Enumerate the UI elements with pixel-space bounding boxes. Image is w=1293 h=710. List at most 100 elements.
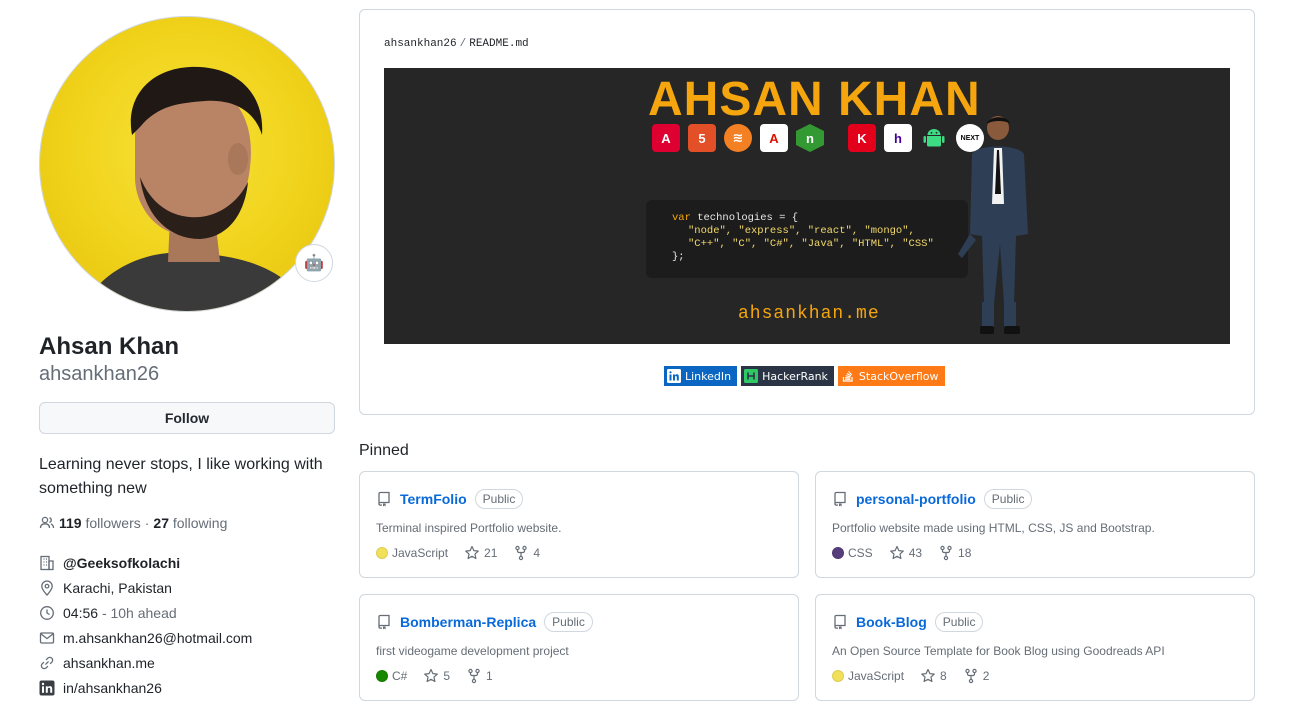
linkedin-icon xyxy=(39,680,55,695)
profile-name: Ahsan Khan xyxy=(39,333,180,360)
pinned-repo-card: Bomberman-Replica Public first videogame… xyxy=(359,594,799,701)
linkedin-badge[interactable]: LinkedIn xyxy=(664,366,738,386)
fork-icon xyxy=(515,545,528,561)
hackerrank-badge-label: HackerRank xyxy=(762,369,828,383)
repo-stars-link[interactable]: 43 xyxy=(889,545,922,561)
forks-count: 4 xyxy=(533,546,541,560)
pinned-heading: Pinned xyxy=(359,442,409,459)
linkedin-icon xyxy=(667,369,681,383)
stackoverflow-badge-label: StackOverflow xyxy=(858,369,939,383)
code-line-3: "C++", "C", "C#", "Java", "HTML", "CSS" xyxy=(688,238,934,250)
language-color-dot xyxy=(832,547,844,559)
stackoverflow-icon xyxy=(842,371,853,382)
language-color-dot xyxy=(376,547,388,559)
repo-name-link[interactable]: personal-portfolio xyxy=(856,491,976,507)
star-icon xyxy=(465,545,479,560)
repo-language: JavaScript xyxy=(832,669,904,683)
repo-icon xyxy=(834,491,846,507)
people-icon xyxy=(39,516,55,529)
repo-name-link[interactable]: Bomberman-Replica xyxy=(400,614,536,630)
forks-count: 1 xyxy=(486,669,493,683)
repo-forks-link[interactable]: 18 xyxy=(938,545,971,561)
nodejs-icon: n xyxy=(796,124,824,152)
html5-icon: 5 xyxy=(688,124,716,152)
stackoverflow-badge[interactable]: StackOverflow xyxy=(837,366,945,386)
repo-description: first videogame development project xyxy=(376,644,569,658)
adobe-icon: A xyxy=(760,124,788,152)
followers-link[interactable]: 119 followers xyxy=(59,515,141,531)
email-link[interactable]: m.ahsankhan26@hotmail.com xyxy=(63,630,252,646)
social-badges: LinkedIn HackerRank StackOverflow xyxy=(664,366,945,386)
stars-count: 43 xyxy=(908,546,923,560)
clock-icon xyxy=(40,605,54,620)
readme-owner-link[interactable]: ahsankhan26 xyxy=(384,38,457,50)
detail-email: m.ahsankhan26@hotmail.com xyxy=(39,625,335,650)
local-time: 04:56 xyxy=(63,604,99,621)
stars-count: 21 xyxy=(484,546,498,560)
hackerrank-icon xyxy=(744,369,759,383)
pinned-repo-card: Book-Blog Public An Open Source Template… xyxy=(815,594,1255,701)
repo-description: Portfolio website made using HTML, CSS, … xyxy=(832,521,1155,535)
keras-icon: K xyxy=(848,124,876,152)
pinned-repo-card: personal-portfolio Public Portfolio webs… xyxy=(815,471,1255,578)
stats-separator: · xyxy=(144,515,150,531)
detail-website: ahsankhan.me xyxy=(39,650,335,675)
visibility-badge: Public xyxy=(544,612,593,632)
banner-person-figure xyxy=(958,116,1028,334)
tech-spacer xyxy=(832,124,840,152)
heroku-icon: h xyxy=(884,124,912,152)
language-name: JavaScript xyxy=(848,669,905,683)
detail-local-time: 04:56 - 10h ahead xyxy=(39,600,335,625)
star-icon xyxy=(921,668,935,683)
follow-stats: 119 followers · 27 following xyxy=(39,515,335,531)
organization-icon xyxy=(40,555,54,570)
repo-language: CSS xyxy=(832,546,873,560)
avatar[interactable] xyxy=(39,16,335,312)
hackerrank-badge[interactable]: HackerRank xyxy=(741,366,834,386)
pinned-repo-card: TermFolio Public Terminal inspired Portf… xyxy=(359,471,799,578)
repo-forks-link[interactable]: 1 xyxy=(466,668,493,684)
follow-button[interactable]: Follow xyxy=(39,402,335,434)
repo-stars-link[interactable]: 8 xyxy=(920,668,947,684)
profile-details: @Geeksofkolachi Karachi, Pakistan 04:56 … xyxy=(39,550,335,700)
following-count: 27 xyxy=(153,515,169,531)
repo-name-link[interactable]: Book-Blog xyxy=(856,614,927,630)
location-icon xyxy=(41,579,53,596)
mail-icon xyxy=(39,631,55,644)
readme-file-link[interactable]: README.md xyxy=(469,38,528,50)
status-emoji-badge[interactable]: 🤖 xyxy=(295,244,333,282)
repo-name-link[interactable]: TermFolio xyxy=(400,491,467,507)
linkedin-link[interactable]: in/ahsankhan26 xyxy=(63,680,162,696)
repo-icon xyxy=(834,614,846,630)
code-line-1: technologies = { xyxy=(690,212,799,224)
code-keyword: var xyxy=(672,212,691,224)
linkedin-badge-label: LinkedIn xyxy=(685,369,732,383)
visibility-badge: Public xyxy=(934,612,984,632)
repo-language: JavaScript xyxy=(376,546,448,560)
language-name: CSS xyxy=(848,546,873,560)
followers-count: 119 xyxy=(59,515,82,531)
repo-icon xyxy=(378,491,390,507)
stackoverflow-icon: ≋ xyxy=(724,124,752,152)
repo-forks-link[interactable]: 4 xyxy=(513,545,540,561)
detail-linkedin: in/ahsankhan26 xyxy=(39,675,335,700)
website-link[interactable]: ahsankhan.me xyxy=(63,655,155,671)
repo-stars-link[interactable]: 5 xyxy=(423,668,450,684)
readme-path: ahsankhan26/README.md xyxy=(384,38,529,50)
following-link[interactable]: 27 following xyxy=(153,515,227,531)
profile-bio: Learning never stops, I like working wit… xyxy=(39,456,323,497)
fork-icon xyxy=(468,668,480,684)
path-separator: / xyxy=(459,38,467,50)
repo-stars-link[interactable]: 21 xyxy=(464,545,497,561)
star-icon xyxy=(889,545,904,560)
detail-location: Karachi, Pakistan xyxy=(39,575,335,600)
organization-link[interactable]: @Geeksofkolachi xyxy=(63,555,180,571)
forks-count: 2 xyxy=(982,669,990,683)
location-text: Karachi, Pakistan xyxy=(63,579,172,596)
avatar-wrapper: 🤖 xyxy=(39,16,335,312)
link-icon xyxy=(40,656,54,669)
profile-readme: ahsankhan26/README.md AHSAN KHAN A 5 ≋ A… xyxy=(359,9,1255,415)
followers-label: followers xyxy=(85,515,141,531)
repo-forks-link[interactable]: 2 xyxy=(963,668,990,684)
profile-sidebar: 🤖 Ahsan Khan ahsankhan26 Follow Learning… xyxy=(39,16,335,700)
